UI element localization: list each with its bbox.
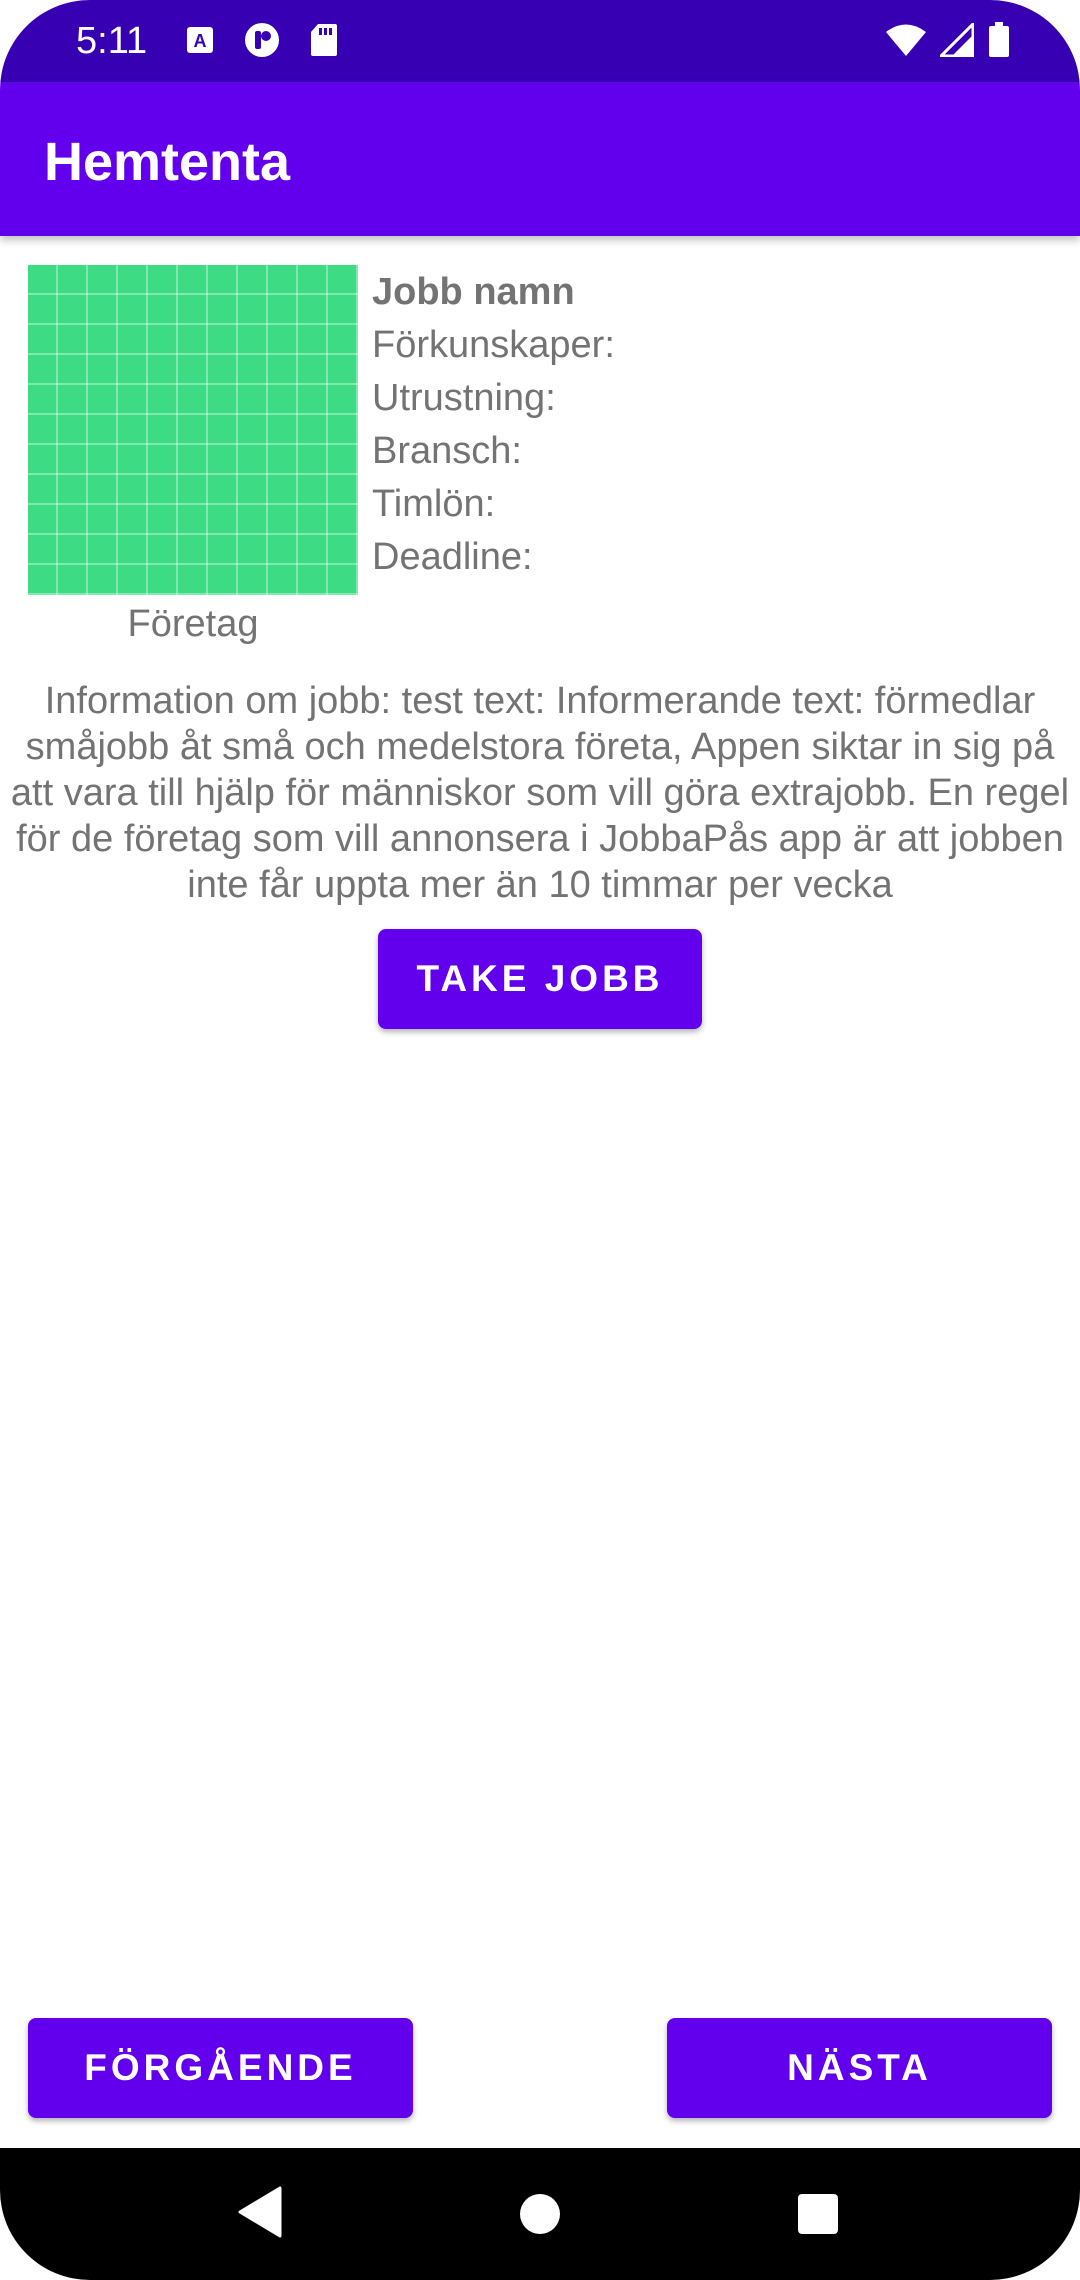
take-job-button[interactable]: Take Jobb	[378, 929, 702, 1029]
navigation-bar	[0, 2148, 1080, 2280]
status-time: 5:11	[76, 20, 148, 62]
job-details: Jobb namn Förkunskaper: Utrustning: Bran…	[372, 266, 615, 584]
company-label: Företag	[127, 603, 259, 645]
back-icon[interactable]	[238, 2186, 282, 2243]
job-prerequisites: Förkunskaper:	[372, 324, 615, 366]
job-hourly-wage: Timlön:	[372, 483, 496, 525]
wifi-icon	[886, 23, 926, 62]
svg-text:A: A	[194, 31, 207, 51]
app-title: Hemtenta	[44, 132, 291, 192]
job-deadline: Deadline:	[372, 536, 533, 578]
previous-button[interactable]: Förgående	[28, 2018, 413, 2118]
battery-icon	[988, 22, 1010, 63]
app-screen: 5:11 A Hemtenta Företag Jobb namn Förkun…	[0, 0, 1080, 2280]
company-image	[28, 265, 358, 595]
job-info-text: Information om jobb: test text: Informer…	[10, 680, 1070, 906]
status-notification-icons: A	[186, 22, 338, 63]
status-bar: 5:11 A	[0, 0, 1080, 82]
status-system-icons	[886, 20, 1010, 63]
signal-icon	[937, 20, 975, 62]
a-notification-icon: A	[186, 26, 214, 59]
recents-icon[interactable]	[798, 2194, 838, 2234]
home-icon[interactable]	[520, 2194, 560, 2234]
next-button[interactable]: Nästa	[667, 2018, 1052, 2118]
job-name: Jobb namn	[372, 271, 575, 313]
sd-card-icon	[310, 23, 338, 62]
job-equipment: Utrustning:	[372, 377, 556, 419]
job-industry: Bransch:	[372, 430, 522, 472]
app-bar: Hemtenta	[0, 82, 1080, 236]
circle-notification-icon	[244, 22, 280, 63]
